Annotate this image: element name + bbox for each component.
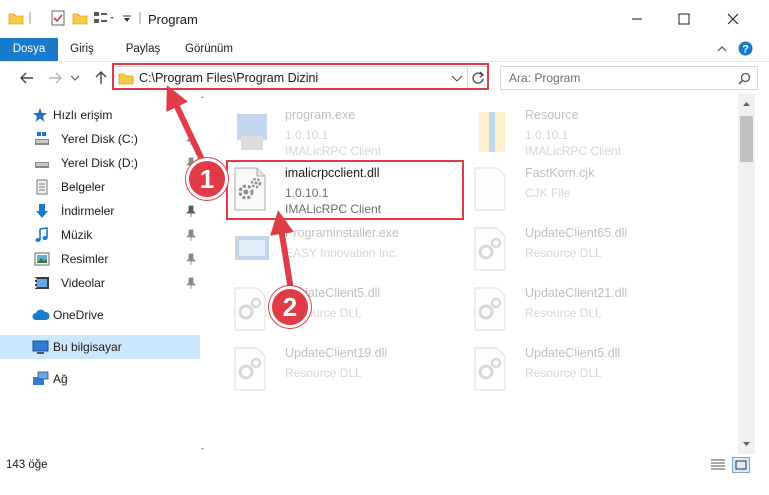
star-icon xyxy=(32,107,48,123)
file-list-scrollbar[interactable] xyxy=(738,94,755,454)
sidebar-item-downloads[interactable]: İndirmeler xyxy=(0,199,200,223)
large-icons-view-icon[interactable] xyxy=(732,457,750,473)
item-count: 143 öğe xyxy=(6,459,48,471)
separator xyxy=(138,10,142,29)
download-icon xyxy=(34,203,50,219)
pin-icon[interactable] xyxy=(186,133,196,145)
pin-icon[interactable] xyxy=(186,253,196,265)
pin-icon[interactable] xyxy=(186,277,196,289)
file-item-fastkorn-cjk[interactable]: FastKorn.cjk CJK File xyxy=(473,162,713,218)
music-icon xyxy=(34,227,50,243)
separator xyxy=(28,10,32,29)
navigation-pane: Hızlı erişim Yerel Disk (C:) Yerel Disk … xyxy=(0,94,205,454)
scrollbar-thumb[interactable] xyxy=(740,116,753,162)
ribbon-tabs: Dosya Giriş Paylaş Görünüm ? xyxy=(0,38,769,62)
step-badge-2: 2 xyxy=(269,286,311,328)
address-highlight-box xyxy=(112,63,489,90)
sidebar-item-pictures[interactable]: Resimler xyxy=(0,247,200,271)
dll-gear-icon xyxy=(233,286,273,334)
sidebar-item-local-disk-c[interactable]: Yerel Disk (C:) xyxy=(0,127,200,151)
step-badge-1: 1 xyxy=(186,158,228,200)
network-icon xyxy=(32,371,49,387)
drive-icon xyxy=(34,131,50,147)
maximize-button[interactable] xyxy=(661,0,707,38)
file-highlight-box xyxy=(226,160,464,220)
dll-gear-icon xyxy=(233,346,273,394)
back-arrow-icon xyxy=(20,72,33,84)
pin-icon[interactable] xyxy=(186,205,196,217)
file-item-program-exe[interactable]: program.exe 1.0.10.1 IMALicRPC Client xyxy=(233,104,473,160)
dll-gear-icon xyxy=(473,346,513,394)
file-item-updateclient65-dll[interactable]: UpdateClient65.dll Resource DLL xyxy=(473,222,713,278)
file-item-updateclient21-dll[interactable]: UpdateClient21.dll Resource DLL xyxy=(473,282,713,338)
generic-file-icon xyxy=(473,166,513,214)
up-arrow-icon xyxy=(95,71,107,84)
customize-toolbar-icon[interactable] xyxy=(122,10,132,29)
close-button[interactable] xyxy=(710,0,756,38)
new-folder-icon[interactable] xyxy=(72,10,88,29)
archive-icon xyxy=(473,108,513,156)
expand-ribbon-icon[interactable] xyxy=(716,43,728,58)
back-button[interactable] xyxy=(16,67,38,89)
cloud-icon xyxy=(32,307,50,323)
forward-arrow-icon xyxy=(49,72,62,84)
close-icon xyxy=(727,13,739,25)
up-button[interactable] xyxy=(90,67,112,89)
drive-icon xyxy=(34,155,50,171)
sidebar-item-onedrive[interactable]: OneDrive xyxy=(0,303,200,327)
search-input[interactable] xyxy=(500,66,758,90)
tab-share[interactable]: Paylaş xyxy=(118,38,168,61)
sidebar-item-local-disk-d[interactable]: Yerel Disk (D:) xyxy=(0,151,200,175)
folder-icon xyxy=(8,10,24,29)
installer-icon xyxy=(233,226,273,274)
minimize-button[interactable] xyxy=(614,0,660,38)
file-list: program.exe 1.0.10.1 IMALicRPC Client Re… xyxy=(205,94,738,454)
minimize-icon xyxy=(632,18,642,20)
dll-gear-icon xyxy=(473,226,513,274)
tab-home[interactable]: Giriş xyxy=(58,38,106,61)
status-bar: 143 öğe xyxy=(0,454,769,495)
sidebar-item-documents[interactable]: Belgeler xyxy=(0,175,200,199)
file-item-programinstaller-exe[interactable]: Programinstaller.exe EASY Innovation Inc… xyxy=(233,222,473,278)
forward-button[interactable] xyxy=(44,67,66,89)
sidebar-item-videos[interactable]: Videolar xyxy=(0,271,200,295)
pictures-icon xyxy=(34,251,50,267)
sidebar-item-network[interactable]: Ağ xyxy=(0,367,200,391)
file-item-resource[interactable]: Resource 1.0.10.1 IMALicRPC Client xyxy=(473,104,713,160)
tab-view[interactable]: Görünüm xyxy=(178,38,240,61)
window-title: Program xyxy=(148,12,198,27)
details-view-icon[interactable] xyxy=(710,458,726,475)
dll-gear-icon xyxy=(473,286,513,334)
tab-file[interactable]: Dosya xyxy=(0,38,58,61)
sidebar-item-this-pc[interactable]: Bu bilgisayar xyxy=(0,335,200,359)
documents-icon xyxy=(34,179,50,195)
videos-icon xyxy=(34,275,50,291)
properties-icon[interactable] xyxy=(50,10,66,29)
chevron-down-icon xyxy=(70,75,80,81)
file-item-updateclient19-dll[interactable]: UpdateClient19.dll Resource DLL xyxy=(233,342,473,398)
title-bar: Program xyxy=(0,0,769,38)
search-icon[interactable] xyxy=(738,72,751,88)
svg-text:?: ? xyxy=(742,44,749,56)
maximize-icon xyxy=(678,13,690,25)
recent-locations-button[interactable] xyxy=(68,67,82,89)
computer-icon xyxy=(32,339,49,355)
help-icon[interactable]: ? xyxy=(738,41,753,59)
sidebar-item-music[interactable]: Müzik xyxy=(0,223,200,247)
file-item-updateclient5-dll-2[interactable]: UpdateClient5.dll Resource DLL xyxy=(473,342,713,398)
sidebar-item-quick-access[interactable]: Hızlı erişim xyxy=(0,103,200,127)
view-options-icon[interactable] xyxy=(93,10,115,29)
exe-icon xyxy=(233,108,273,156)
pin-icon[interactable] xyxy=(186,229,196,241)
